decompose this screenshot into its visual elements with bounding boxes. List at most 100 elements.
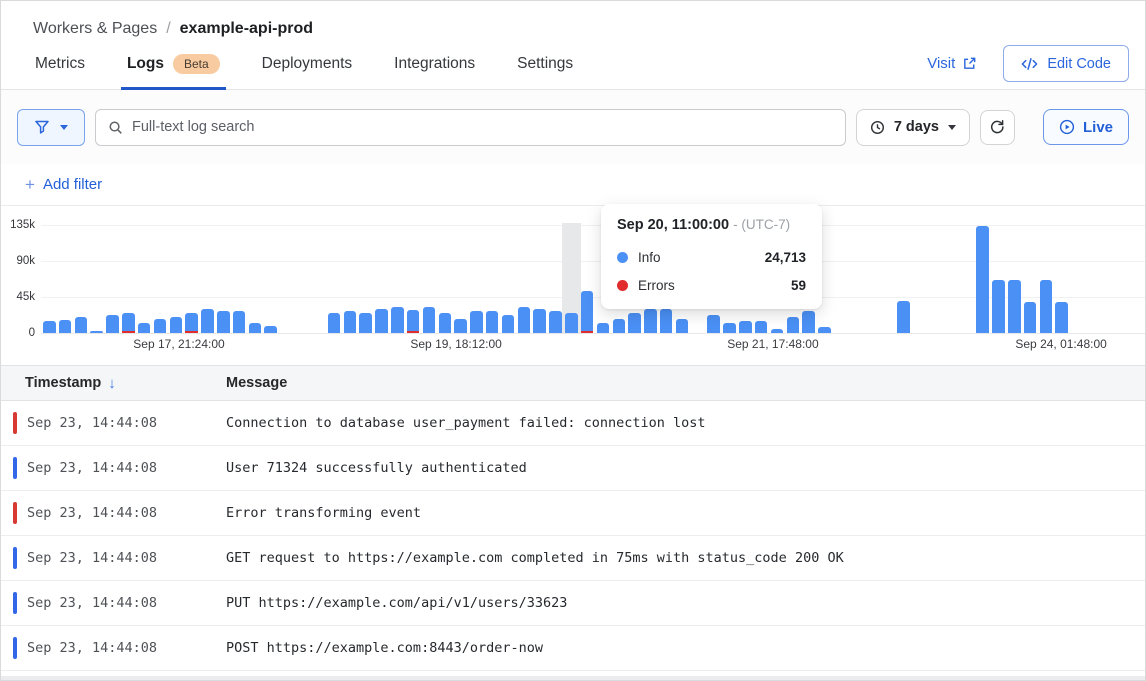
chart-bar[interactable]: [644, 309, 657, 333]
chart-bar[interactable]: [344, 311, 357, 333]
search-input[interactable]: [132, 119, 833, 135]
table-row[interactable]: Sep 23, 14:44:08PUT https://example.com/…: [1, 581, 1145, 626]
chart-bar[interactable]: [106, 315, 119, 333]
chart-bar[interactable]: [375, 309, 388, 333]
chart-bar[interactable]: [1024, 302, 1037, 333]
chart-bar[interactable]: [43, 321, 56, 333]
chart-bar[interactable]: [391, 307, 404, 333]
chart-bar[interactable]: [549, 311, 562, 333]
chart-bar[interactable]: [154, 319, 167, 333]
table-row[interactable]: Sep 23, 14:44:08GET request to https://e…: [1, 536, 1145, 581]
filter-dropdown-button[interactable]: [17, 109, 85, 146]
chart-bar[interactable]: [707, 315, 720, 333]
timestamp-cell: Sep 23, 14:44:08: [27, 460, 226, 476]
timestamp-cell: Sep 23, 14:44:08: [27, 550, 226, 566]
chart-bar[interactable]: [122, 313, 135, 333]
log-table-body: Sep 23, 14:44:08Connection to database u…: [1, 401, 1145, 671]
breadcrumb-section[interactable]: Workers & Pages: [33, 20, 157, 37]
x-tick: Sep 17, 21:24:00: [133, 337, 224, 351]
chart-bar[interactable]: [992, 280, 1005, 333]
live-button[interactable]: Live: [1043, 109, 1129, 145]
chart-bar[interactable]: [470, 311, 483, 333]
chart-bar[interactable]: [90, 331, 103, 333]
chart-bar[interactable]: [897, 301, 910, 333]
tab-settings[interactable]: Settings: [517, 38, 573, 89]
table-row[interactable]: Sep 23, 14:44:08User 71324 successfully …: [1, 446, 1145, 491]
chart-bar[interactable]: [613, 319, 626, 333]
add-filter-row: + Add filter: [1, 164, 1145, 206]
chart-bar-error-segment: [407, 331, 420, 333]
info-level-indicator: [13, 637, 17, 659]
beta-badge: Beta: [173, 54, 220, 74]
chart-bar[interactable]: [138, 323, 151, 333]
chart-bar[interactable]: [755, 321, 768, 333]
chart-bar[interactable]: [802, 311, 815, 333]
refresh-button[interactable]: [980, 110, 1015, 145]
tooltip-errors-value: 59: [791, 278, 806, 293]
sort-descending-icon[interactable]: ↓: [108, 375, 116, 392]
error-level-indicator: [13, 502, 17, 524]
chart-bar[interactable]: [407, 310, 420, 333]
chart-bar[interactable]: [787, 317, 800, 333]
chart-bar[interactable]: [502, 315, 515, 333]
chart-bar[interactable]: [597, 323, 610, 333]
edit-code-button[interactable]: Edit Code: [1003, 45, 1129, 82]
chart-bar-error-segment: [581, 331, 594, 333]
tooltip-info-value: 24,713: [765, 250, 806, 265]
table-row[interactable]: Sep 23, 14:44:08Connection to database u…: [1, 401, 1145, 446]
chart-bar[interactable]: [454, 319, 467, 333]
chart-bar[interactable]: [533, 309, 546, 333]
y-tick: 0: [1, 327, 35, 339]
chart-bar[interactable]: [439, 313, 452, 333]
chart-bar[interactable]: [976, 226, 989, 333]
chart-bar[interactable]: [328, 313, 341, 333]
chart-bar[interactable]: [771, 329, 784, 333]
search-box[interactable]: [95, 109, 846, 146]
chart-bar[interactable]: [660, 309, 673, 333]
tab-metrics[interactable]: Metrics: [35, 38, 85, 89]
chart-bar[interactable]: [359, 313, 372, 333]
chart-bar[interactable]: [423, 307, 436, 333]
message-cell: Error transforming event: [226, 505, 421, 521]
chart-bar[interactable]: [518, 307, 531, 333]
chart-bar[interactable]: [1055, 302, 1068, 333]
code-icon: [1021, 57, 1038, 71]
message-cell: User 71324 successfully authenticated: [226, 460, 527, 476]
chart-bar[interactable]: [723, 323, 736, 333]
chart-bar[interactable]: [676, 319, 689, 333]
time-range-dropdown[interactable]: 7 days: [856, 109, 970, 146]
log-table-header: Timestamp ↓ Message: [1, 365, 1145, 401]
breadcrumb-separator: /: [157, 20, 179, 37]
chart-bar[interactable]: [818, 327, 831, 333]
info-level-indicator: [13, 457, 17, 479]
chart-bar[interactable]: [565, 313, 578, 333]
tab-deployments[interactable]: Deployments: [262, 38, 352, 89]
chart-bar[interactable]: [217, 311, 230, 333]
add-filter-button[interactable]: + Add filter: [25, 175, 102, 195]
table-row[interactable]: Sep 23, 14:44:08Error transforming event: [1, 491, 1145, 536]
chart-bar[interactable]: [1008, 280, 1021, 333]
tab-logs[interactable]: Logs Beta: [127, 38, 220, 89]
chart-bar[interactable]: [486, 311, 499, 333]
chart-bar[interactable]: [201, 309, 214, 333]
chevron-down-icon: [60, 125, 68, 130]
chart-bar[interactable]: [75, 317, 88, 333]
chart-bar[interactable]: [233, 311, 246, 333]
chart-bar[interactable]: [739, 321, 752, 333]
chart-bar[interactable]: [1040, 280, 1053, 333]
chart-bar[interactable]: [170, 317, 183, 333]
chart-bar[interactable]: [59, 320, 72, 333]
page-title: example-api-prod: [180, 20, 313, 37]
timestamp-cell: Sep 23, 14:44:08: [27, 415, 226, 431]
message-cell: Connection to database user_payment fail…: [226, 415, 706, 431]
column-header-timestamp[interactable]: Timestamp ↓: [25, 375, 226, 392]
chart-bar[interactable]: [581, 291, 594, 333]
chart-bar[interactable]: [628, 313, 641, 333]
tab-integrations[interactable]: Integrations: [394, 38, 475, 89]
chart-bar[interactable]: [249, 323, 262, 333]
chart-bar[interactable]: [264, 326, 277, 333]
table-row[interactable]: Sep 23, 14:44:08POST https://example.com…: [1, 626, 1145, 671]
visit-link[interactable]: Visit: [927, 55, 977, 72]
chart-bar[interactable]: [185, 313, 198, 333]
y-tick: 90k: [1, 255, 35, 267]
